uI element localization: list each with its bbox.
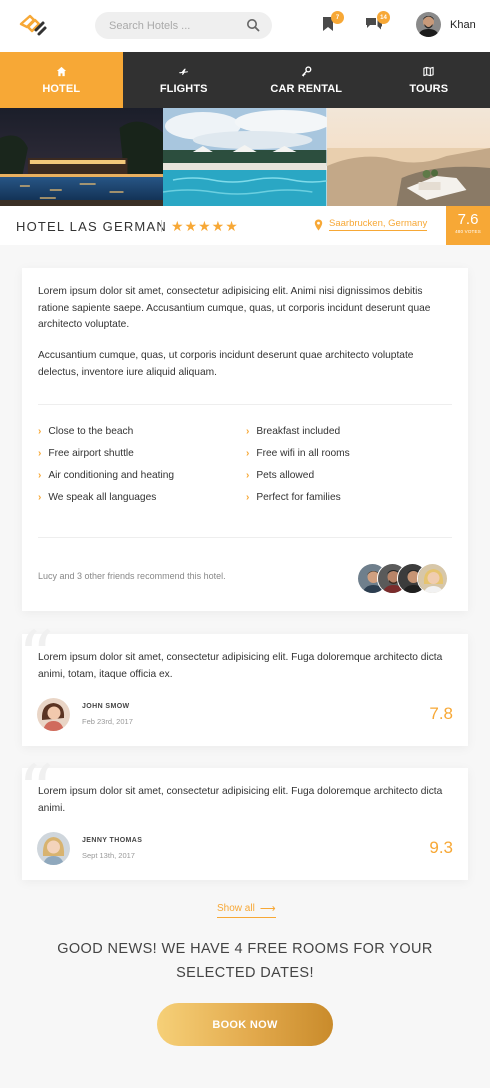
tab-label: HOTEL (42, 82, 81, 95)
hotel-votes: 480 VOTES (455, 229, 481, 234)
friend-avatar[interactable] (417, 563, 448, 594)
chevron-right-icon: › (38, 492, 42, 503)
show-all-label: Show all (217, 903, 255, 914)
user-avatar[interactable] (416, 12, 441, 37)
hotel-info-bar: HOTEL LAS GERMAN ★★★★★ Saarbrucken, Germ… (0, 206, 490, 245)
bookmark-count-badge: 7 (331, 11, 344, 24)
book-now-button[interactable]: BOOK NOW (157, 1003, 333, 1046)
hotel-photo-day-pool[interactable] (163, 108, 327, 206)
chevron-right-icon: › (38, 426, 42, 437)
feature-item: › We speak all languages (38, 492, 156, 503)
reviewer-avatar[interactable] (37, 832, 70, 865)
feature-label: Free airport shuttle (48, 448, 134, 459)
review-text: Lorem ipsum dolor sit amet, consectetur … (38, 652, 443, 680)
hotel-photo-coast[interactable] (326, 108, 490, 206)
description-card: Lorem ipsum dolor sit amet, consectetur … (22, 268, 468, 611)
hotel-score: 7.6 (457, 211, 479, 228)
feature-item: › Air conditioning and heating (38, 470, 174, 481)
feature-label: We speak all languages (48, 492, 157, 503)
reviewer-name[interactable]: JENNY THOMAS (82, 837, 142, 844)
review-score: 7.8 (429, 704, 453, 723)
divider (161, 220, 162, 232)
feature-item: › Free airport shuttle (38, 448, 134, 459)
friends-recommend-text: Lucy and 3 other friends recommend this … (38, 571, 226, 581)
feature-item: › Free wifi in all rooms (246, 448, 350, 459)
availability-message: GOOD NEWS! WE HAVE 4 FREE ROOMS FOR YOUR… (57, 941, 433, 981)
review-card: “ Lorem ipsum dolor sit amet, consectetu… (18, 622, 468, 746)
logo-icon[interactable] (18, 12, 48, 38)
hotel-score-box: 7.6 480 VOTES (446, 206, 490, 245)
category-tabs: HOTEL FLIGHTS CAR RENTAL TOURS (0, 52, 490, 108)
plane-icon (179, 68, 189, 75)
description-paragraph: Lorem ipsum dolor sit amet, consectetur … (38, 286, 431, 330)
hotel-photo-gallery (0, 108, 490, 206)
location-text: Saarbrucken, Germany (329, 218, 428, 231)
review-score: 9.3 (429, 838, 453, 857)
review-date: Sept 13th, 2017 (82, 851, 135, 860)
show-all-link[interactable]: Show all ⟶ (217, 902, 276, 918)
chevron-right-icon: › (38, 470, 42, 481)
user-name[interactable]: Khan (450, 19, 476, 31)
description-paragraph: Accusantium cumque, quas, ut corporis in… (38, 350, 414, 378)
tab-label: FLIGHTS (159, 82, 208, 95)
tab-hotel[interactable]: HOTEL (0, 52, 123, 108)
hotel-name: HOTEL LAS GERMAN (16, 219, 167, 234)
feature-label: Pets allowed (256, 470, 315, 481)
message-count-badge: 14 (377, 11, 390, 24)
review-card: “ Lorem ipsum dolor sit amet, consectetu… (18, 756, 468, 880)
map-icon (423, 66, 434, 76)
divider (38, 404, 452, 405)
tab-label: TOURS (409, 82, 449, 95)
feature-label: Free wifi in all rooms (256, 448, 350, 459)
home-icon (56, 66, 66, 76)
top-header: 7 14 Khan (0, 0, 490, 52)
map-pin-icon (314, 219, 323, 230)
reviewer-name[interactable]: JOHN SMOW (82, 703, 130, 710)
tab-tours[interactable]: TOURS (368, 52, 490, 108)
review-text: Lorem ipsum dolor sit amet, consectetur … (38, 786, 443, 814)
tab-flights[interactable]: FLIGHTS (123, 52, 246, 108)
divider (38, 537, 452, 538)
friend-avatars (357, 563, 452, 594)
feature-label: Breakfast included (256, 426, 341, 437)
hotel-photo-night-pool[interactable] (0, 108, 164, 206)
review-date: Feb 23rd, 2017 (82, 717, 133, 726)
tab-label: CAR RENTAL (270, 82, 343, 95)
chevron-right-icon: › (246, 448, 250, 459)
feature-label: Perfect for families (256, 492, 341, 503)
feature-item: › Perfect for families (246, 492, 341, 503)
reviewer-avatar[interactable] (37, 698, 70, 731)
tab-car-rental[interactable]: CAR RENTAL (245, 52, 368, 108)
feature-item: › Breakfast included (246, 426, 340, 437)
search-input[interactable] (109, 17, 239, 34)
chevron-right-icon: › (38, 448, 42, 459)
search-bar (95, 12, 272, 39)
search-icon[interactable] (246, 18, 260, 32)
arrow-right-icon: ⟶ (259, 903, 276, 915)
feature-label: Close to the beach (48, 426, 134, 437)
feature-label: Air conditioning and heating (48, 470, 175, 481)
hotel-location-link[interactable]: Saarbrucken, Germany (314, 218, 428, 231)
feature-item: › Close to the beach (38, 426, 133, 437)
chevron-right-icon: › (246, 470, 250, 481)
star-rating: ★★★★★ (171, 218, 239, 234)
key-icon (301, 65, 312, 77)
chevron-right-icon: › (246, 426, 250, 437)
feature-item: › Pets allowed (246, 470, 314, 481)
chevron-right-icon: › (246, 492, 250, 503)
